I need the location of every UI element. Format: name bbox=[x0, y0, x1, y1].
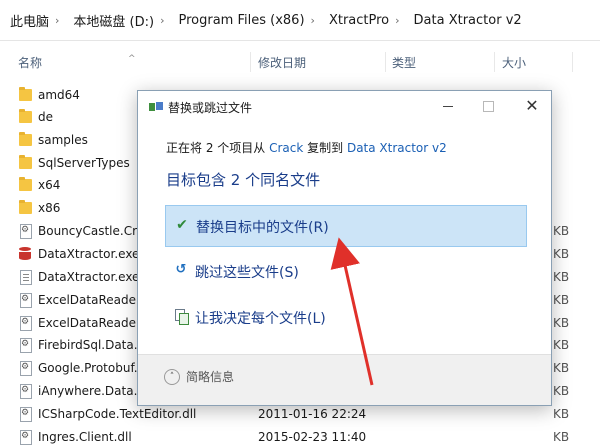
arrow-line bbox=[330, 237, 374, 386]
annotation-arrow bbox=[330, 237, 374, 386]
